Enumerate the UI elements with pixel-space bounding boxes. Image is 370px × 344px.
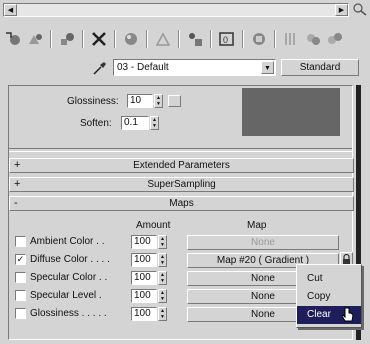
- map-enable-checkbox[interactable]: [15, 308, 26, 319]
- map-channel-label: Specular Level .: [30, 290, 102, 301]
- highlight-curve-swatch: [242, 88, 340, 136]
- map-amount-spinner[interactable]: ▲ ▼: [158, 307, 167, 321]
- map-enable-checkbox[interactable]: [15, 236, 26, 247]
- map-amount-input[interactable]: 100: [131, 253, 157, 267]
- soften-input[interactable]: 0.1: [121, 116, 149, 130]
- toolbar-separator: [50, 30, 52, 48]
- toolbar-separator: [242, 30, 244, 48]
- rollout-supersampling[interactable]: + SuperSampling: [9, 177, 354, 192]
- glossiness-input[interactable]: 10: [127, 94, 153, 108]
- toolbar-separator: [82, 30, 84, 48]
- delete-icon[interactable]: [89, 29, 109, 49]
- scroll-left-button[interactable]: ◀: [4, 4, 17, 16]
- amount-column-header: Amount: [136, 220, 171, 231]
- soften-spinner[interactable]: ▲ ▼: [150, 116, 159, 130]
- toolbar-separator: [210, 30, 212, 48]
- map-column-header: Map: [247, 220, 267, 231]
- scroll-right-button[interactable]: ▶: [335, 4, 348, 16]
- context-menu-cut[interactable]: Cut: [297, 270, 361, 288]
- show-map-icon[interactable]: [249, 29, 269, 49]
- map-channel-label: Diffuse Color . . . .: [30, 254, 110, 265]
- svg-text:0: 0: [223, 35, 228, 45]
- rollout-label: SuperSampling: [147, 179, 216, 190]
- map-enable-checkbox[interactable]: [15, 290, 26, 301]
- material-name-value: 03 - Default: [117, 62, 169, 73]
- material-type-button[interactable]: Standard: [281, 59, 359, 76]
- map-amount-spinner[interactable]: ▲ ▼: [158, 289, 167, 303]
- rollout-label: Maps: [169, 198, 194, 209]
- magnify-icon[interactable]: [352, 2, 368, 16]
- map-row: Ambient Color . . 100 ▲ ▼ None: [13, 234, 358, 251]
- put-to-scene-icon[interactable]: [25, 29, 45, 49]
- make-unique-icon[interactable]: [153, 29, 173, 49]
- map-amount-spinner[interactable]: ▲ ▼: [158, 271, 167, 285]
- hand-cursor-icon: [340, 306, 356, 326]
- map-amount-spinner[interactable]: ▲ ▼: [158, 235, 167, 249]
- rollout-extended-parameters[interactable]: + Extended Parameters: [9, 158, 354, 173]
- glossiness-spinner[interactable]: ▲ ▼: [154, 94, 163, 108]
- map-amount-spinner[interactable]: ▲ ▼: [158, 253, 167, 267]
- material-name-dropdown[interactable]: 03 - Default ▼: [113, 59, 276, 76]
- toolbar-separator: [274, 30, 276, 48]
- put-to-library-icon[interactable]: [185, 29, 205, 49]
- show-end-result-icon[interactable]: [281, 29, 301, 49]
- toolbar-separator: [178, 30, 180, 48]
- chevron-down-icon[interactable]: ▼: [261, 61, 274, 74]
- toolbar-separator: [114, 30, 116, 48]
- map-amount-input[interactable]: 100: [131, 307, 157, 321]
- rollout-label: Extended Parameters: [133, 160, 230, 171]
- map-amount-input[interactable]: 100: [131, 235, 157, 249]
- divider: [9, 148, 352, 152]
- material-id-channel-icon[interactable]: 0: [217, 29, 237, 49]
- map-enable-checkbox[interactable]: ✓: [15, 254, 26, 265]
- assign-material-icon[interactable]: [57, 29, 77, 49]
- get-material-icon[interactable]: [3, 29, 23, 49]
- map-amount-input[interactable]: 100: [131, 271, 157, 285]
- specular-highlights-group: Glossiness: 10 ▲ ▼ Soften: 0.1 ▲ ▼: [17, 88, 342, 148]
- glossiness-map-button[interactable]: [168, 95, 181, 107]
- material-editor-toolbar: 0: [3, 26, 367, 52]
- make-copy-icon[interactable]: [121, 29, 141, 49]
- map-enable-checkbox[interactable]: [15, 272, 26, 283]
- map-amount-input[interactable]: 100: [131, 289, 157, 303]
- map-channel-label: Glossiness . . . . .: [30, 308, 107, 319]
- soften-label: Soften:: [80, 118, 112, 129]
- map-channel-label: Ambient Color . .: [30, 236, 105, 247]
- context-menu-copy[interactable]: Copy: [297, 288, 361, 306]
- map-channel-label: Specular Color . .: [30, 272, 108, 283]
- toolbar-separator: [146, 30, 148, 48]
- material-name-row: 03 - Default ▼ Standard: [0, 57, 370, 79]
- horizontal-scrollbar[interactable]: ◀ ▶: [3, 3, 349, 17]
- pick-material-icon[interactable]: [92, 60, 108, 76]
- go-forward-icon[interactable]: [325, 29, 345, 49]
- map-slot-button[interactable]: None: [187, 235, 339, 250]
- go-to-parent-icon[interactable]: [303, 29, 323, 49]
- rollout-maps[interactable]: - Maps: [9, 196, 354, 211]
- glossiness-label: Glossiness:: [67, 96, 119, 107]
